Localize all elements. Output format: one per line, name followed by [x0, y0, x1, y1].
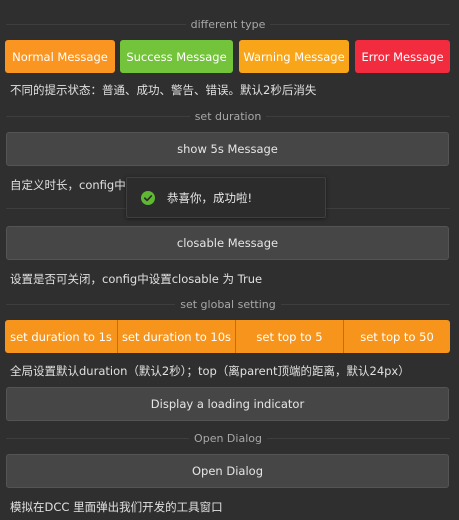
section-divider-set-duration: set duration: [6, 109, 451, 123]
closable-message-button[interactable]: closable Message: [6, 226, 449, 260]
section-title: set global setting: [180, 297, 276, 311]
duration-description: 自定义时长，config中: [10, 178, 126, 192]
warning-message-button[interactable]: Warning Message: [239, 40, 349, 73]
success-message-button[interactable]: Success Message: [120, 40, 233, 73]
loading-indicator-button[interactable]: Display a loading indicator: [6, 387, 449, 421]
error-message-button[interactable]: Error Message: [355, 40, 450, 73]
open-dialog-button[interactable]: Open Dialog: [6, 454, 449, 488]
closable-description: 设置是否可关闭，config中设置closable 为 True: [10, 272, 263, 286]
toast-text: 恭喜你，成功啦!: [167, 190, 253, 205]
success-toast: 恭喜你，成功啦!: [126, 177, 326, 218]
global-setting-description: 全局设置默认duration（默认2秒）；top（离parent顶端的距离，默认…: [10, 364, 410, 378]
set-top-5-button[interactable]: set top to 5: [236, 320, 344, 353]
section-divider-open-dialog: Open Dialog: [6, 431, 451, 445]
section-divider-global-setting: set global setting: [6, 297, 450, 311]
section-divider-different-type: different type: [6, 17, 451, 31]
section-title: Open Dialog: [194, 431, 262, 445]
set-top-50-button[interactable]: set top to 50: [344, 320, 450, 353]
check-circle-icon: [141, 190, 155, 205]
message-type-buttons: Normal Message Success Message Warning M…: [5, 40, 450, 73]
normal-message-button[interactable]: Normal Message: [5, 40, 115, 73]
set-duration-1s-button[interactable]: set duration to 1s: [5, 320, 118, 353]
global-setting-buttons: set duration to 1s set duration to 10s s…: [5, 320, 450, 353]
section-title: set duration: [194, 109, 262, 123]
show-5s-message-button[interactable]: show 5s Message: [6, 132, 449, 166]
types-description: 不同的提示状态：普通、成功、警告、错误。默认2秒后消失: [10, 83, 317, 97]
dialog-description: 模拟在DCC 里面弹出我们开发的工具窗口: [10, 500, 223, 514]
section-title: different type: [190, 17, 266, 31]
set-duration-10s-button[interactable]: set duration to 10s: [118, 320, 236, 353]
